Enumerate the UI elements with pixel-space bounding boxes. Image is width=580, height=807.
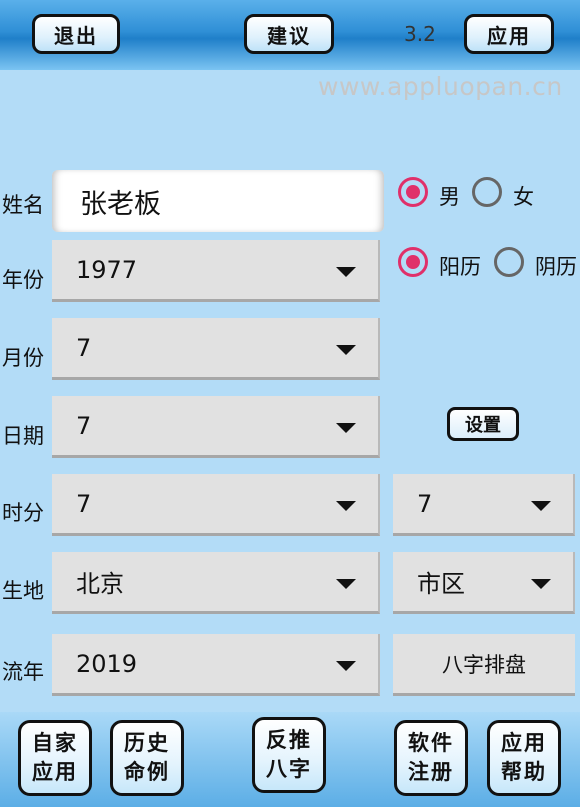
gender-female-radio[interactable] [472, 177, 502, 207]
hour-value: 7 [76, 489, 92, 518]
gender-male-radio[interactable] [398, 177, 428, 207]
name-input[interactable]: 张老板 [52, 170, 384, 232]
district-select[interactable]: 市区 [393, 552, 575, 614]
calendar-solar-radio[interactable] [398, 247, 428, 277]
day-label: 日期 [2, 424, 44, 448]
day-select[interactable]: 7 [52, 396, 380, 458]
month-select[interactable]: 7 [52, 318, 380, 380]
province-value: 北京 [76, 570, 124, 598]
minute-select[interactable]: 7 [393, 474, 575, 536]
birthplace-label: 生地 [2, 579, 44, 603]
nav-label-line2: 帮助 [501, 760, 547, 784]
dropdown-arrow-icon [336, 267, 356, 277]
hour-label: 时分 [2, 501, 44, 525]
nav-help-button[interactable]: 应用 帮助 [487, 720, 561, 796]
dropdown-arrow-icon [531, 579, 551, 589]
dropdown-arrow-icon [336, 579, 356, 589]
settings-button[interactable]: 设置 [447, 407, 519, 441]
nav-my-apps-button[interactable]: 自家 应用 [18, 720, 92, 796]
apply-button[interactable]: 应用 [464, 14, 554, 54]
dropdown-arrow-icon [336, 501, 356, 511]
gender-male-label: 男 [439, 185, 460, 209]
hour-select[interactable]: 7 [52, 474, 380, 536]
day-value: 7 [76, 411, 92, 440]
flow-year-select[interactable]: 2019 [52, 634, 380, 696]
nav-label-line2: 八字 [266, 757, 312, 781]
bazi-chart-button[interactable]: 八字排盘 [393, 634, 575, 696]
nav-label-line2: 应用 [32, 760, 78, 784]
calendar-lunar-label: 阴历 [535, 255, 577, 279]
flow-year-value: 2019 [76, 649, 138, 678]
month-label: 月份 [2, 346, 44, 370]
nav-label-line2: 注册 [408, 760, 454, 784]
calendar-solar-label: 阳历 [439, 255, 481, 279]
nav-reverse-bazi-button[interactable]: 反推 八字 [252, 717, 326, 793]
nav-label-line2: 命例 [124, 760, 170, 784]
province-select[interactable]: 北京 [52, 552, 380, 614]
calendar-lunar-radio[interactable] [494, 247, 524, 277]
exit-button[interactable]: 退出 [32, 14, 120, 54]
year-label: 年份 [2, 268, 44, 292]
suggest-button[interactable]: 建议 [244, 14, 334, 54]
nav-label-line1: 历史 [124, 731, 170, 755]
nav-register-button[interactable]: 软件 注册 [394, 720, 468, 796]
year-select[interactable]: 1977 [52, 240, 380, 302]
top-bar: 退出 建议 3.2 应用 [0, 0, 580, 70]
dropdown-arrow-icon [336, 423, 356, 433]
name-label: 姓名 [2, 193, 44, 217]
version-label: 3.2 [404, 22, 436, 46]
month-value: 7 [76, 333, 92, 362]
dropdown-arrow-icon [531, 501, 551, 511]
nav-label-line1: 自家 [32, 731, 78, 755]
district-value: 市区 [417, 570, 465, 598]
minute-value: 7 [417, 489, 433, 518]
nav-history-cases-button[interactable]: 历史 命例 [110, 720, 184, 796]
year-value: 1977 [76, 255, 138, 284]
gender-female-label: 女 [513, 185, 534, 209]
dropdown-arrow-icon [336, 345, 356, 355]
nav-label-line1: 反推 [266, 728, 312, 752]
dropdown-arrow-icon [336, 661, 356, 671]
nav-label-line1: 软件 [408, 731, 454, 755]
flow-year-label: 流年 [2, 660, 44, 684]
nav-label-line1: 应用 [501, 731, 547, 755]
watermark-text: www.appluopan.cn [318, 72, 563, 101]
